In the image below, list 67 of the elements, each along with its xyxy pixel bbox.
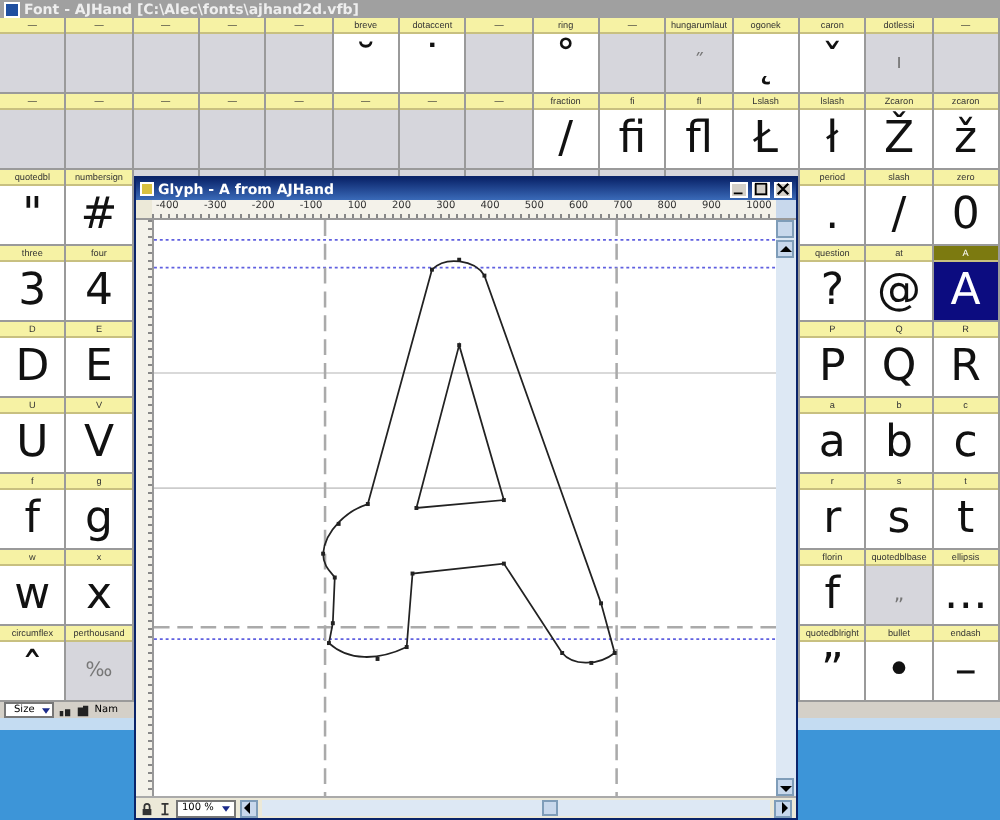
glyph: ” xyxy=(820,649,844,693)
scroll-up-button[interactable] xyxy=(776,240,794,258)
glyph: ‰ xyxy=(85,661,113,681)
glyph: E xyxy=(85,345,113,389)
glyph: 0 xyxy=(951,193,980,237)
glyph: fi xyxy=(618,117,647,161)
glyph: R xyxy=(950,345,981,389)
lock-icon[interactable] xyxy=(140,801,154,815)
glyph: A xyxy=(950,269,981,313)
glyph: ˛ xyxy=(754,41,777,85)
glyph: b xyxy=(885,421,913,465)
glyph: f xyxy=(824,573,841,617)
glyph: r xyxy=(823,497,842,541)
vertical-scrollbar[interactable] xyxy=(776,220,796,796)
glyph: / xyxy=(891,193,907,237)
glyph: . xyxy=(825,193,840,237)
glyph: " xyxy=(22,193,43,237)
glyph: ˚ xyxy=(554,41,577,85)
maximize-button[interactable] xyxy=(752,181,770,197)
glyph: ˝ xyxy=(693,53,704,73)
glyph: „ xyxy=(893,585,905,605)
glyph: P xyxy=(819,345,846,389)
horizontal-scrollbar[interactable] xyxy=(261,800,770,816)
app-icon xyxy=(4,1,20,17)
glyph: 3 xyxy=(18,269,47,313)
large-glyphs-icon[interactable] xyxy=(76,703,91,717)
glyph: fl xyxy=(685,117,713,161)
glyph: ˇ xyxy=(821,41,844,85)
glyph: … xyxy=(943,573,988,617)
minimize-button[interactable] xyxy=(730,181,748,197)
glyph: a xyxy=(818,421,846,465)
glyph: • xyxy=(886,649,912,693)
glyph: 4 xyxy=(84,269,113,313)
app-icon xyxy=(140,182,154,196)
close-button[interactable] xyxy=(774,181,792,197)
glyph: ı xyxy=(896,53,902,73)
glyph: # xyxy=(80,193,118,237)
glyph: x xyxy=(85,573,112,617)
caret-icon xyxy=(221,805,230,811)
caret-icon xyxy=(42,707,51,713)
glyph: ł xyxy=(826,117,839,161)
glyph: w xyxy=(14,573,51,617)
glyph: g xyxy=(85,497,113,541)
glyph: ˙ xyxy=(421,41,444,85)
glyph: U xyxy=(16,421,49,465)
glyph: D xyxy=(15,345,50,389)
glyph: t xyxy=(957,497,975,541)
close-icon xyxy=(776,182,790,196)
maximize-icon xyxy=(754,182,768,196)
glyph: s xyxy=(887,497,911,541)
scroll-down-button[interactable] xyxy=(776,778,794,796)
glyph: V xyxy=(83,421,115,465)
scroll-right-button[interactable] xyxy=(774,799,792,817)
scroll-left-button[interactable] xyxy=(239,799,258,817)
glyph: ? xyxy=(820,269,844,313)
glyph: – xyxy=(954,649,977,693)
glyph: f xyxy=(24,497,41,541)
glyph: ž xyxy=(954,117,978,161)
glyph: Ł xyxy=(753,117,778,161)
glyph: ˘ xyxy=(354,41,377,85)
text-cursor-icon[interactable] xyxy=(158,801,172,815)
glyph: Q xyxy=(881,345,917,389)
glyph: c xyxy=(953,421,978,465)
glyph: @ xyxy=(876,269,921,313)
small-glyphs-icon[interactable] xyxy=(58,703,73,717)
glyph: ˆ xyxy=(21,649,44,693)
glyph: / xyxy=(558,117,574,161)
